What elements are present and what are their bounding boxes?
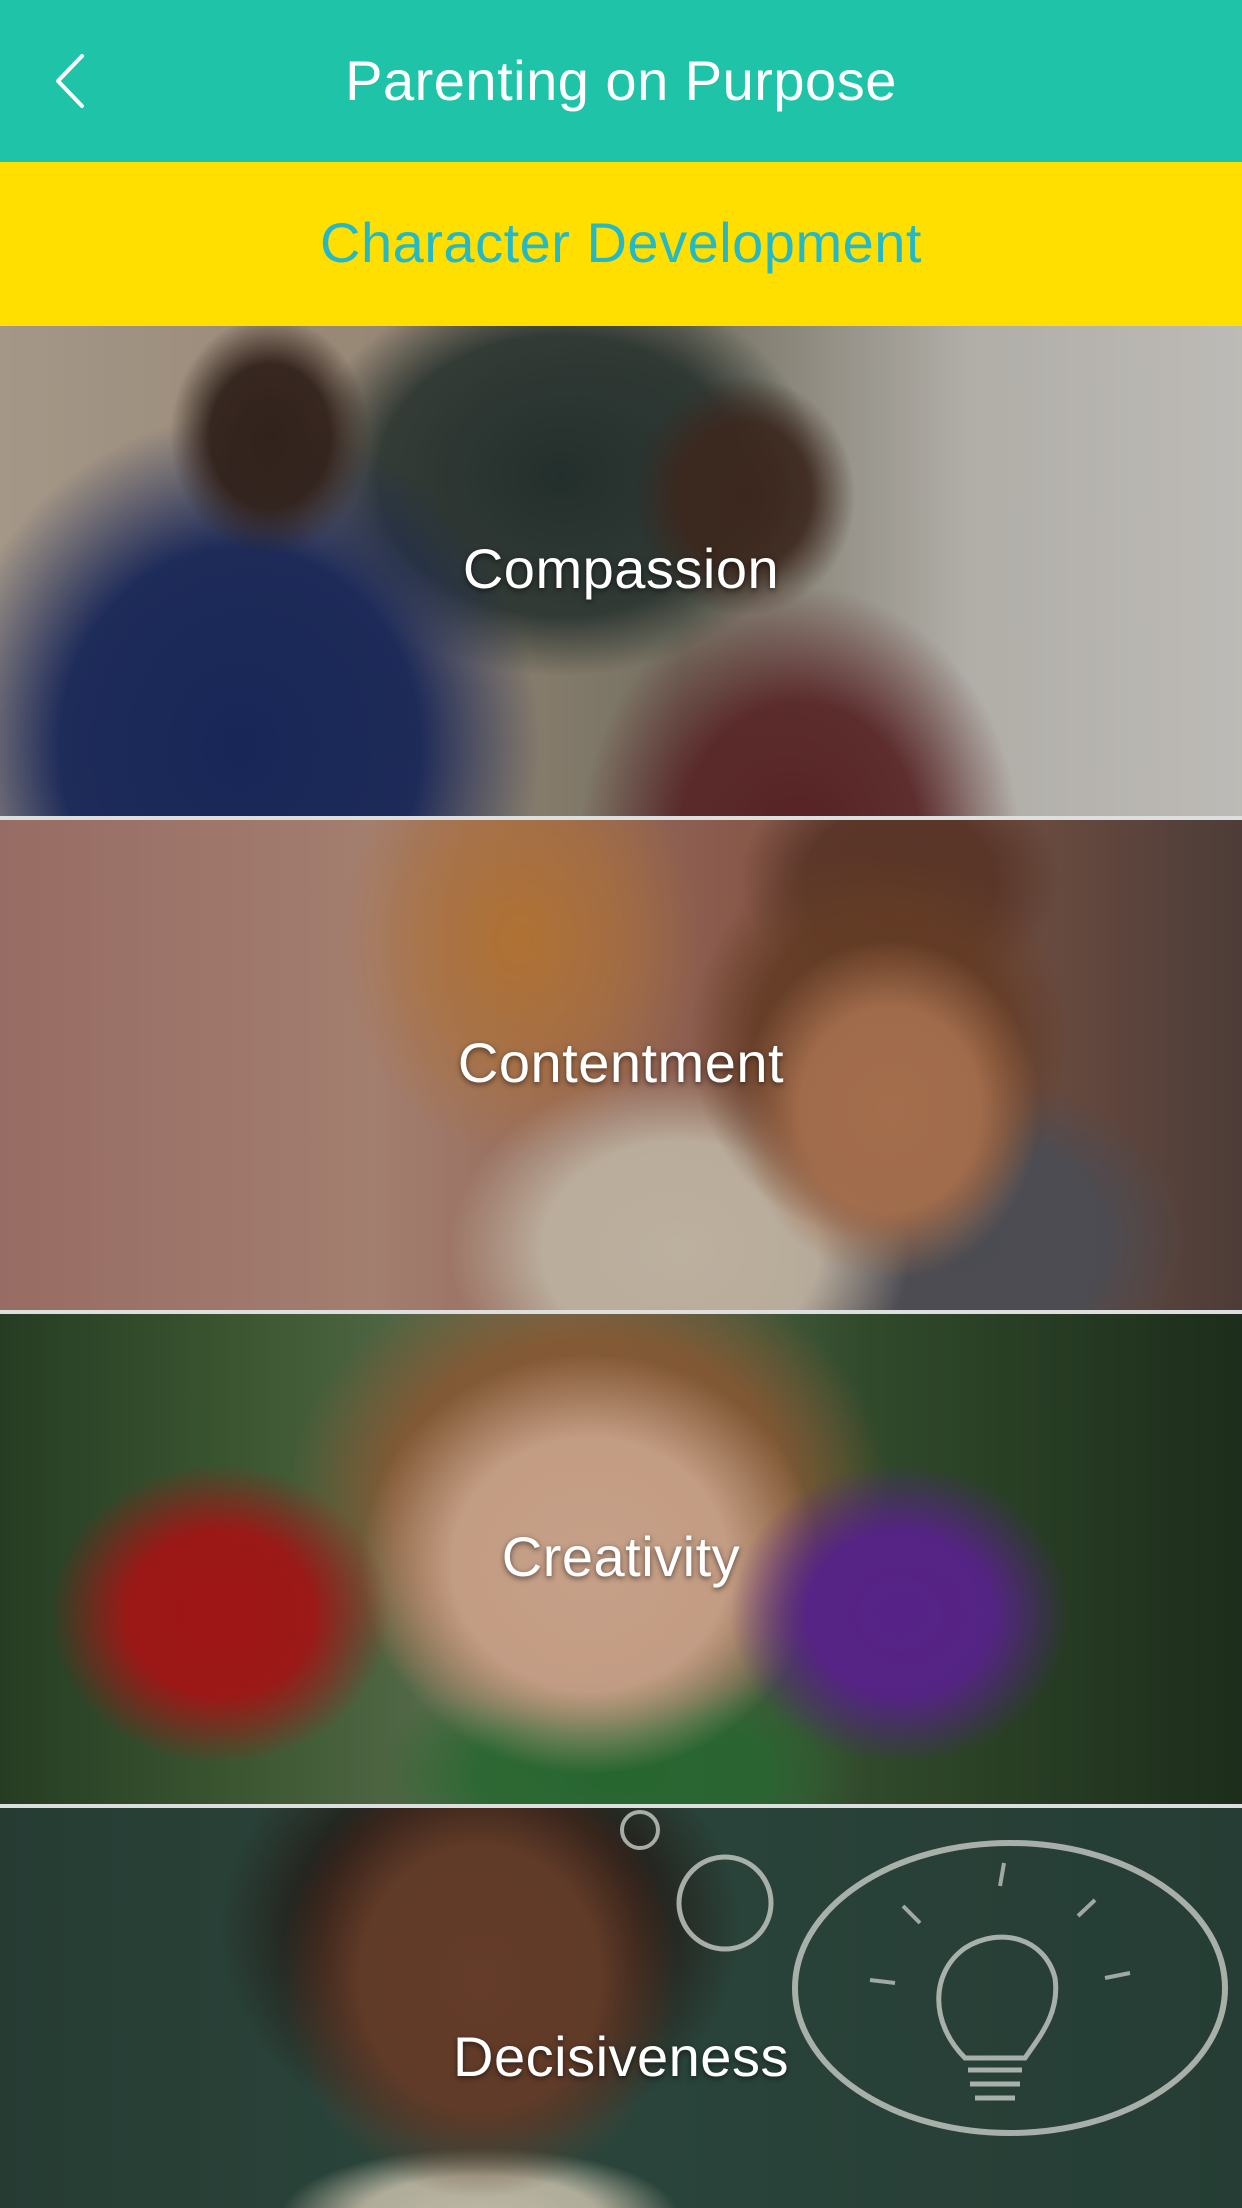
navigation-bar: Parenting on Purpose [0, 0, 1242, 162]
topic-tile-decisiveness[interactable]: Decisiveness [0, 1808, 1242, 2208]
topic-tile-contentment[interactable]: Contentment [0, 820, 1242, 1310]
topic-label: Creativity [501, 1525, 741, 1588]
topic-tile-compassion[interactable]: Compassion [0, 326, 1242, 816]
topic-label: Compassion [462, 537, 780, 600]
topic-label: Decisiveness [453, 2025, 789, 2088]
section-banner: Character Development [0, 162, 1242, 326]
topic-label: Contentment [457, 1031, 785, 1094]
page-title: Parenting on Purpose [345, 49, 897, 112]
section-title: Character Development [320, 211, 922, 274]
topic-list: Compassion Contentment Creativity Decisi… [0, 326, 1242, 2208]
topic-tile-creativity[interactable]: Creativity [0, 1314, 1242, 1804]
